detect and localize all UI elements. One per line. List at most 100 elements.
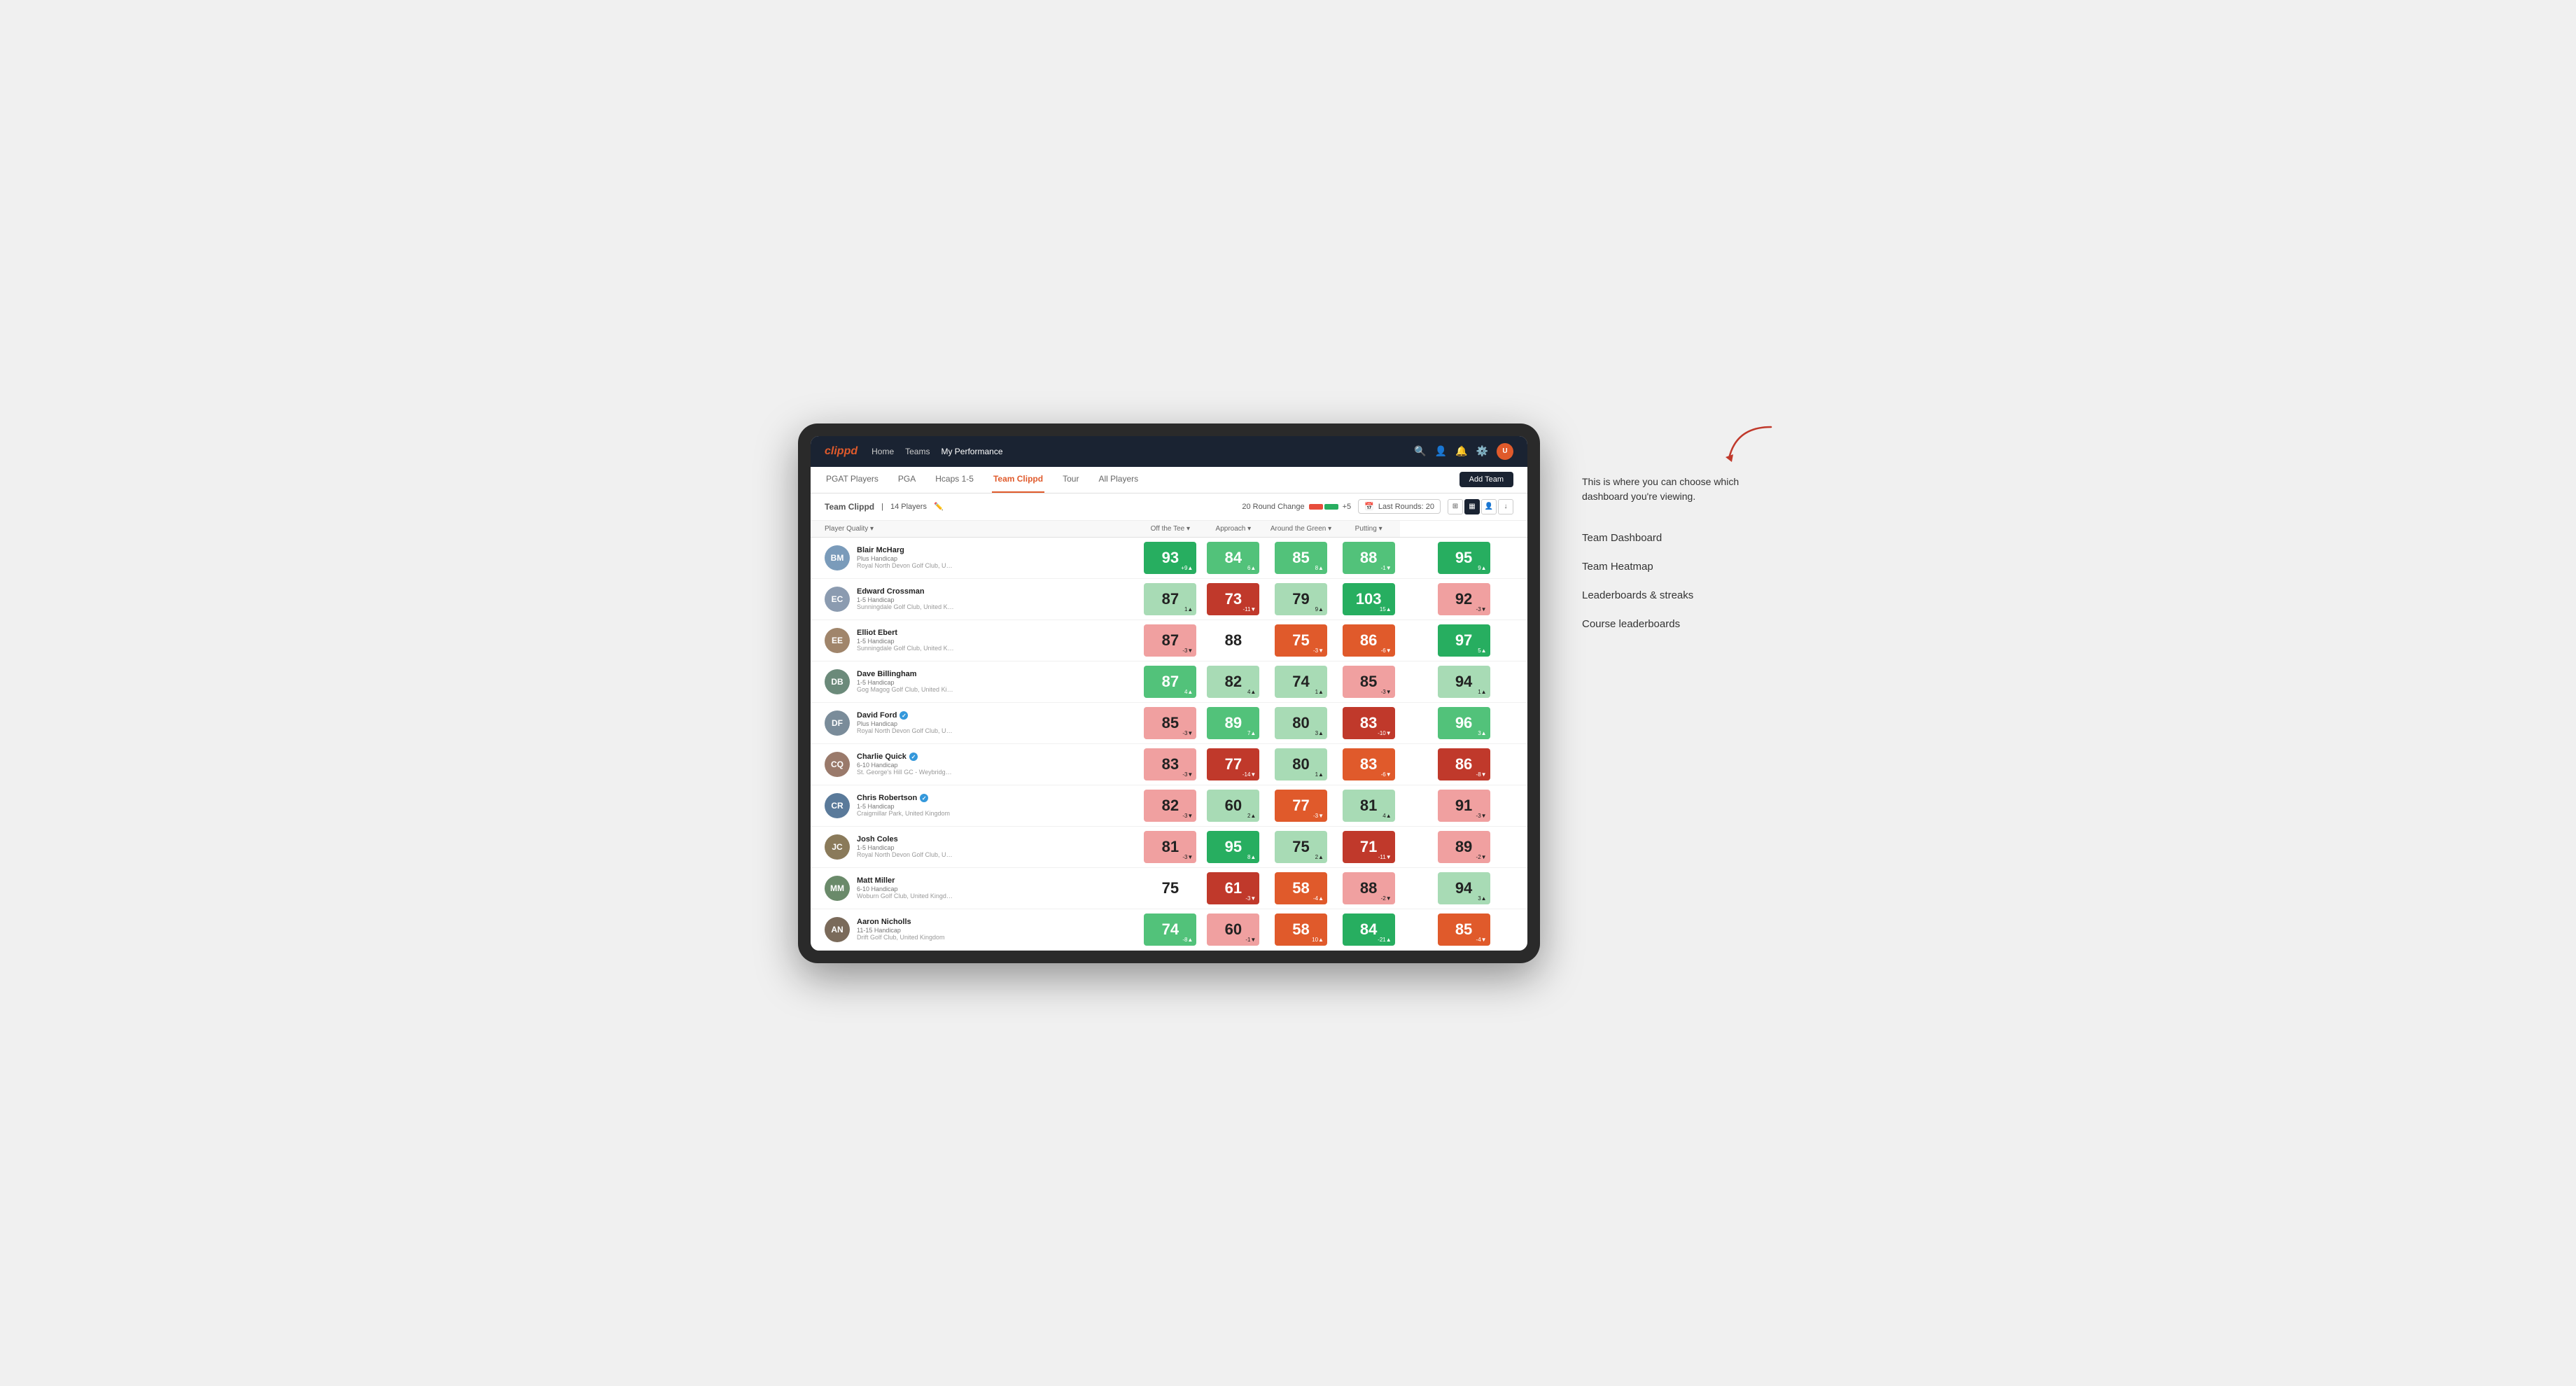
- player-cell-1: ECEdward Crossman1-5 HandicapSunningdale…: [811, 578, 1139, 620]
- score-delta: -8▼: [1476, 771, 1487, 778]
- col-header-putting: Putting ▾: [1337, 521, 1400, 538]
- score-box: 858▲: [1275, 542, 1327, 574]
- avatar[interactable]: U: [1497, 443, 1513, 460]
- last-rounds-selector[interactable]: 📅 Last Rounds: 20: [1358, 499, 1441, 514]
- score-value: 95: [1455, 549, 1472, 567]
- score-box: 975▲: [1438, 624, 1490, 657]
- score-delta: 8▲: [1315, 565, 1324, 571]
- score-box: 874▲: [1144, 666, 1196, 698]
- col-header-around-green: Around the Green ▾: [1265, 521, 1337, 538]
- table-row[interactable]: CRChris Robertson✓1-5 HandicapCraigmilla…: [811, 785, 1527, 826]
- page-wrapper: clippd Home Teams My Performance 🔍 👤 🔔 ⚙…: [798, 424, 1778, 963]
- player-name: Edward Crossman: [857, 587, 955, 596]
- player-name: Matt Miller: [857, 876, 955, 885]
- search-icon[interactable]: 🔍: [1414, 445, 1426, 457]
- score-box: 77-3▼: [1275, 790, 1327, 822]
- player-name: David Ford✓: [857, 711, 955, 720]
- score-value: 75: [1292, 838, 1309, 856]
- annotation-item-4: Course leaderboards: [1582, 618, 1778, 630]
- player-cell-6: CRChris Robertson✓1-5 HandicapCraigmilla…: [811, 785, 1139, 826]
- nav-link-home[interactable]: Home: [872, 444, 894, 459]
- table-row[interactable]: JCJosh Coles1-5 HandicapRoyal North Devo…: [811, 826, 1527, 867]
- player-handicap: 11-15 Handicap: [857, 927, 945, 934]
- score-value: 85: [1162, 714, 1179, 732]
- score-delta: 15▲: [1380, 606, 1392, 612]
- score-cell-3-2: 741▲: [1265, 661, 1337, 702]
- score-value: 85: [1455, 920, 1472, 939]
- score-value: 94: [1455, 879, 1472, 897]
- score-cell-5-4: 86 -8▼: [1400, 743, 1527, 785]
- col-header-off-tee: Off the Tee ▾: [1139, 521, 1202, 538]
- score-value: 87: [1162, 673, 1179, 691]
- score-delta: 10▲: [1312, 937, 1324, 943]
- sub-nav-pga[interactable]: PGA: [897, 466, 917, 493]
- nav-link-my-performance[interactable]: My Performance: [941, 444, 1002, 459]
- player-club: Gog Magog Golf Club, United Kingdom: [857, 686, 955, 693]
- table-row[interactable]: DBDave Billingham1-5 HandicapGog Magog G…: [811, 661, 1527, 702]
- calendar-icon: 📅: [1364, 502, 1374, 511]
- score-box: 84-21▲: [1343, 913, 1395, 946]
- score-cell-9-0: 74-8▲: [1139, 909, 1202, 950]
- table-row[interactable]: ECEdward Crossman1-5 HandicapSunningdale…: [811, 578, 1527, 620]
- score-box: 61-3▼: [1207, 872, 1259, 904]
- score-box: 93+9▲: [1144, 542, 1196, 574]
- player-club: Royal North Devon Golf Club, United King…: [857, 562, 955, 569]
- score-value: 87: [1162, 631, 1179, 650]
- view-download-button[interactable]: ↓: [1498, 499, 1513, 514]
- score-box: 10315▲: [1343, 583, 1395, 615]
- score-box: 77-14▼: [1207, 748, 1259, 780]
- score-box: 799▲: [1275, 583, 1327, 615]
- nav-icons: 🔍 👤 🔔 ⚙️ U: [1414, 443, 1513, 460]
- score-delta: -6▼: [1381, 648, 1392, 654]
- player-cell-7: JCJosh Coles1-5 HandicapRoyal North Devo…: [811, 826, 1139, 867]
- last-rounds-label: Last Rounds: 20: [1378, 503, 1434, 511]
- score-box: 73-11▼: [1207, 583, 1259, 615]
- score-delta: -6▼: [1381, 771, 1392, 778]
- score-delta: -21▲: [1378, 937, 1391, 943]
- sub-nav-all-players[interactable]: All Players: [1097, 466, 1140, 493]
- nav-link-teams[interactable]: Teams: [905, 444, 930, 459]
- sub-nav-hcaps[interactable]: Hcaps 1-5: [934, 466, 975, 493]
- view-person-button[interactable]: 👤: [1481, 499, 1497, 514]
- sub-nav-team-clippd[interactable]: Team Clippd: [992, 466, 1044, 493]
- score-box: 92-3▼: [1438, 583, 1490, 615]
- score-cell-6-3: 814▲: [1337, 785, 1400, 826]
- player-avatar: CQ: [825, 752, 850, 777]
- player-cell-9: ANAaron Nicholls11-15 HandicapDrift Golf…: [811, 909, 1139, 950]
- bell-icon[interactable]: 🔔: [1455, 445, 1467, 457]
- table-row[interactable]: DFDavid Ford✓Plus HandicapRoyal North De…: [811, 702, 1527, 743]
- table-row[interactable]: MMMatt Miller6-10 HandicapWoburn Golf Cl…: [811, 867, 1527, 909]
- sub-nav-pgat[interactable]: PGAT Players: [825, 466, 880, 493]
- player-club: Royal North Devon Golf Club, United King…: [857, 851, 955, 858]
- score-delta: 9▲: [1315, 606, 1324, 612]
- table-row[interactable]: BMBlair McHargPlus HandicapRoyal North D…: [811, 537, 1527, 578]
- score-delta: 2▲: [1315, 854, 1324, 860]
- view-heatmap-button[interactable]: ▦: [1464, 499, 1480, 514]
- score-box: 741▲: [1275, 666, 1327, 698]
- score-value: 96: [1455, 714, 1472, 732]
- table-row[interactable]: CQCharlie Quick✓6-10 HandicapSt. George'…: [811, 743, 1527, 785]
- settings-icon[interactable]: ⚙️: [1476, 445, 1488, 457]
- table-row[interactable]: EEElliot Ebert1-5 HandicapSunningdale Go…: [811, 620, 1527, 661]
- edit-team-icon[interactable]: ✏️: [934, 502, 944, 511]
- score-cell-2-0: 87-3▼: [1139, 620, 1202, 661]
- score-box: 943▲: [1438, 872, 1490, 904]
- annotation-item-3: Leaderboards & streaks: [1582, 589, 1778, 601]
- score-value: 86: [1455, 755, 1472, 774]
- score-value: 97: [1455, 631, 1472, 650]
- score-delta: -3▼: [1476, 606, 1487, 612]
- score-cell-8-3: 88-2▼: [1337, 867, 1400, 909]
- score-value: 83: [1162, 755, 1179, 774]
- score-box: 846▲: [1207, 542, 1259, 574]
- score-cell-7-4: 89-2▼: [1400, 826, 1527, 867]
- view-grid-button[interactable]: ⊞: [1448, 499, 1463, 514]
- score-cell-1-3: 10315▲: [1337, 578, 1400, 620]
- user-icon[interactable]: 👤: [1435, 445, 1447, 457]
- player-name: Blair McHarg: [857, 546, 955, 554]
- score-delta: -3▼: [1245, 895, 1256, 902]
- score-value: 60: [1225, 797, 1242, 815]
- player-cell-4: DFDavid Ford✓Plus HandicapRoyal North De…: [811, 702, 1139, 743]
- table-row[interactable]: ANAaron Nicholls11-15 HandicapDrift Golf…: [811, 909, 1527, 950]
- add-team-button[interactable]: Add Team: [1460, 472, 1513, 487]
- sub-nav-tour[interactable]: Tour: [1061, 466, 1080, 493]
